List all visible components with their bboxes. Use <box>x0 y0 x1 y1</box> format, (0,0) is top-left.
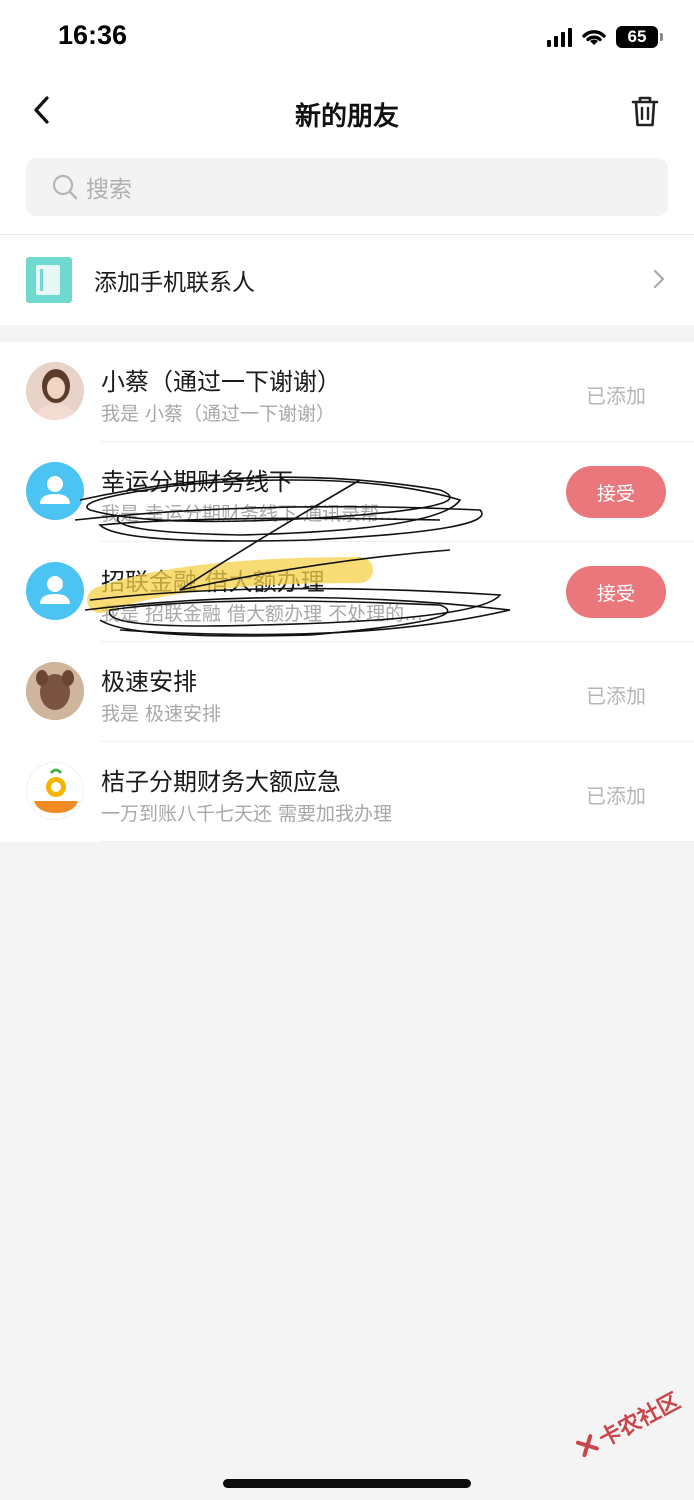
default-avatar-icon <box>26 562 84 620</box>
add-phone-contacts-label: 添加手机联系人 <box>94 270 255 296</box>
battery-icon: 65 <box>616 26 663 48</box>
phone-book-icon <box>26 257 72 303</box>
friend-message: 我是 极速安排 <box>101 703 222 725</box>
friend-message: 一万到账八千七天还 需要加我办理 <box>101 803 393 825</box>
watermark-logo-icon <box>575 1434 599 1458</box>
chevron-right-icon <box>653 269 665 289</box>
search-icon <box>52 174 78 200</box>
default-avatar-icon <box>26 462 84 520</box>
header: 16:36 65 新的朋友 搜索 <box>0 0 694 234</box>
status-bar: 16:36 65 <box>0 0 694 74</box>
friend-message: 我是 招联金融 借大额办理 不处理的… <box>101 603 424 625</box>
accept-button[interactable]: 接受 <box>566 466 666 518</box>
search-placeholder: 搜索 <box>86 177 132 203</box>
wifi-icon <box>582 30 606 45</box>
search-input[interactable]: 搜索 <box>26 158 668 216</box>
friend-name: 极速安排 <box>101 668 197 696</box>
friend-name: 招联金融 借大额办理 <box>101 568 325 596</box>
add-phone-contacts-row[interactable]: 添加手机联系人 <box>0 235 694 325</box>
accept-button[interactable]: 接受 <box>566 566 666 618</box>
watermark-text: 卡农社区 <box>595 1388 685 1453</box>
home-indicator[interactable] <box>223 1479 471 1488</box>
added-status: 已添加 <box>586 784 646 808</box>
status-icons: 65 <box>547 24 663 50</box>
trash-icon <box>631 96 659 127</box>
row-divider <box>101 841 694 842</box>
added-status: 已添加 <box>586 384 646 408</box>
friend-name: 幸运分期财务线下 <box>101 468 293 496</box>
friend-request-row[interactable]: 幸运分期财务线下 我是 幸运分期财务线下 通讯录帮… 接受 <box>0 442 694 542</box>
friend-request-row[interactable]: 极速安排 我是 极速安排 已添加 <box>0 642 694 742</box>
watermark: 卡农社区 <box>571 1384 685 1465</box>
status-time: 16:36 <box>58 20 128 50</box>
friend-request-row[interactable]: 招联金融 借大额办理 我是 招联金融 借大额办理 不处理的… 接受 <box>0 542 694 642</box>
added-status: 已添加 <box>586 684 646 708</box>
friend-message: 我是 小蔡（通过一下谢谢） <box>101 403 336 425</box>
orange-logo-avatar <box>26 762 84 820</box>
clear-button[interactable] <box>630 94 664 128</box>
page-title: 新的朋友 <box>294 102 399 132</box>
friend-message: 我是 幸运分期财务线下 通讯录帮… <box>101 503 399 525</box>
section-gap <box>0 325 694 342</box>
avatar <box>26 662 84 720</box>
signal-icon <box>547 27 572 47</box>
avatar <box>26 362 84 420</box>
friend-request-row[interactable]: 桔子分期财务大额应急 一万到账八千七天还 需要加我办理 已添加 <box>0 742 694 842</box>
friend-request-list: 小蔡（通过一下谢谢） 我是 小蔡（通过一下谢谢） 已添加 幸运分期财务线下 我是… <box>0 342 694 842</box>
nav-bar: 新的朋友 <box>0 74 694 148</box>
friend-name: 桔子分期财务大额应急 <box>101 768 341 796</box>
friend-name: 小蔡（通过一下谢谢） <box>101 368 341 396</box>
battery-level: 65 <box>627 27 647 46</box>
friend-request-row[interactable]: 小蔡（通过一下谢谢） 我是 小蔡（通过一下谢谢） 已添加 <box>0 342 694 442</box>
search-area: 搜索 <box>0 148 694 234</box>
